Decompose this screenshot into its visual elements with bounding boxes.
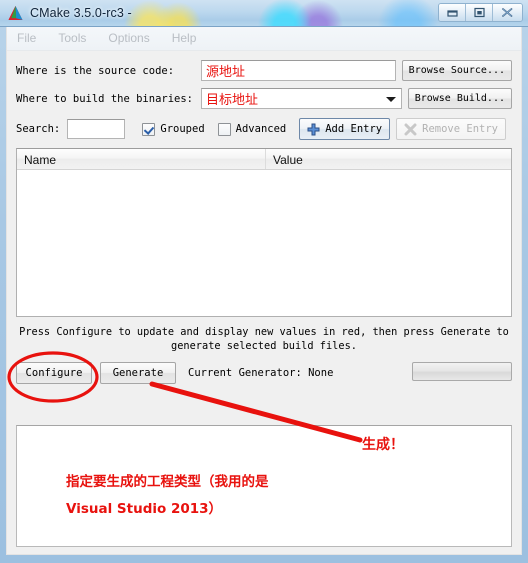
action-toolbar: Configure Generate Current Generator: No… (7, 360, 521, 386)
maximize-icon (473, 7, 485, 18)
annotation-note-line-2: Visual Studio 2013） (66, 501, 223, 517)
window-title: CMake 3.5.0-rc3 - (30, 6, 132, 20)
minimize-button[interactable] (439, 4, 466, 21)
build-binaries-combobox[interactable]: 目标地址 (201, 88, 402, 109)
chevron-down-icon[interactable] (385, 96, 396, 102)
cmake-triangle-logo-icon (8, 6, 23, 20)
progress-bar (412, 362, 512, 381)
build-binaries-value: 目标地址 (206, 93, 259, 108)
path-form: Where is the source code: 源地址 Browse Sou… (7, 51, 521, 111)
source-code-input[interactable]: 源地址 (201, 60, 396, 81)
hint-line-2: generate selected build files. (171, 340, 357, 352)
source-code-value: 源地址 (206, 65, 246, 80)
title-bar[interactable]: CMake 3.5.0-rc3 - (0, 0, 528, 27)
grouped-checkbox-wrap[interactable]: Grouped (142, 122, 205, 136)
caption-button-group (438, 3, 523, 22)
cache-variables-table[interactable]: Name Value (16, 148, 512, 317)
advanced-label: Advanced (235, 123, 287, 135)
grouped-checkbox[interactable] (142, 122, 156, 136)
search-label: Search: (16, 123, 61, 135)
remove-entry-button[interactable]: Remove Entry (396, 118, 506, 140)
build-binaries-label: Where to build the binaries: (16, 92, 194, 105)
remove-entry-label: Remove Entry (422, 123, 498, 135)
configure-hint-text: Press Configure to update and display ne… (17, 325, 511, 353)
grouped-label: Grouped (160, 123, 205, 135)
maximize-button[interactable] (466, 4, 493, 21)
search-input[interactable] (67, 119, 126, 139)
browse-build-button[interactable]: Browse Build... (407, 88, 512, 109)
advanced-checkbox-wrap[interactable]: Advanced (217, 122, 287, 136)
search-toolbar: Search: Grouped Advanced Add Entry Remov… (7, 114, 521, 142)
hint-line-1: Press Configure to update and display ne… (19, 326, 509, 338)
add-entry-label: Add Entry (325, 123, 383, 135)
close-icon (502, 8, 513, 17)
menu-item-file[interactable]: File (15, 30, 47, 47)
cmake-gui-window: CMake 3.5.0-rc3 - File Tools Options Hel… (0, 0, 528, 563)
column-header-value[interactable]: Value (266, 149, 511, 169)
minimize-icon (446, 10, 458, 17)
menu-bar: File Tools Options Help (7, 27, 521, 51)
column-header-name[interactable]: Name (17, 149, 266, 169)
plus-icon (307, 123, 320, 135)
remove-x-icon (404, 123, 417, 135)
add-entry-button[interactable]: Add Entry (299, 118, 391, 140)
menu-item-options[interactable]: Options (106, 30, 160, 47)
build-binaries-row: Where to build the binaries: 目标地址 Browse… (16, 86, 512, 111)
generate-button[interactable]: Generate (100, 362, 176, 384)
configure-button[interactable]: Configure (16, 362, 92, 384)
close-button[interactable] (493, 4, 522, 21)
source-code-label: Where is the source code: (16, 64, 175, 77)
source-code-row: Where is the source code: 源地址 Browse Sou… (16, 58, 512, 83)
menu-item-tools[interactable]: Tools (56, 30, 97, 47)
current-generator-status: Current Generator: None (188, 367, 334, 379)
generate-callout-text: 生成！ (362, 437, 404, 453)
annotation-note-line-1: 指定要生成的工程类型（我用的是 (66, 474, 269, 490)
menu-item-help[interactable]: Help (170, 30, 208, 47)
browse-source-button[interactable]: Browse Source... (401, 60, 512, 81)
advanced-checkbox[interactable] (217, 122, 231, 136)
table-header-row: Name Value (17, 149, 511, 170)
